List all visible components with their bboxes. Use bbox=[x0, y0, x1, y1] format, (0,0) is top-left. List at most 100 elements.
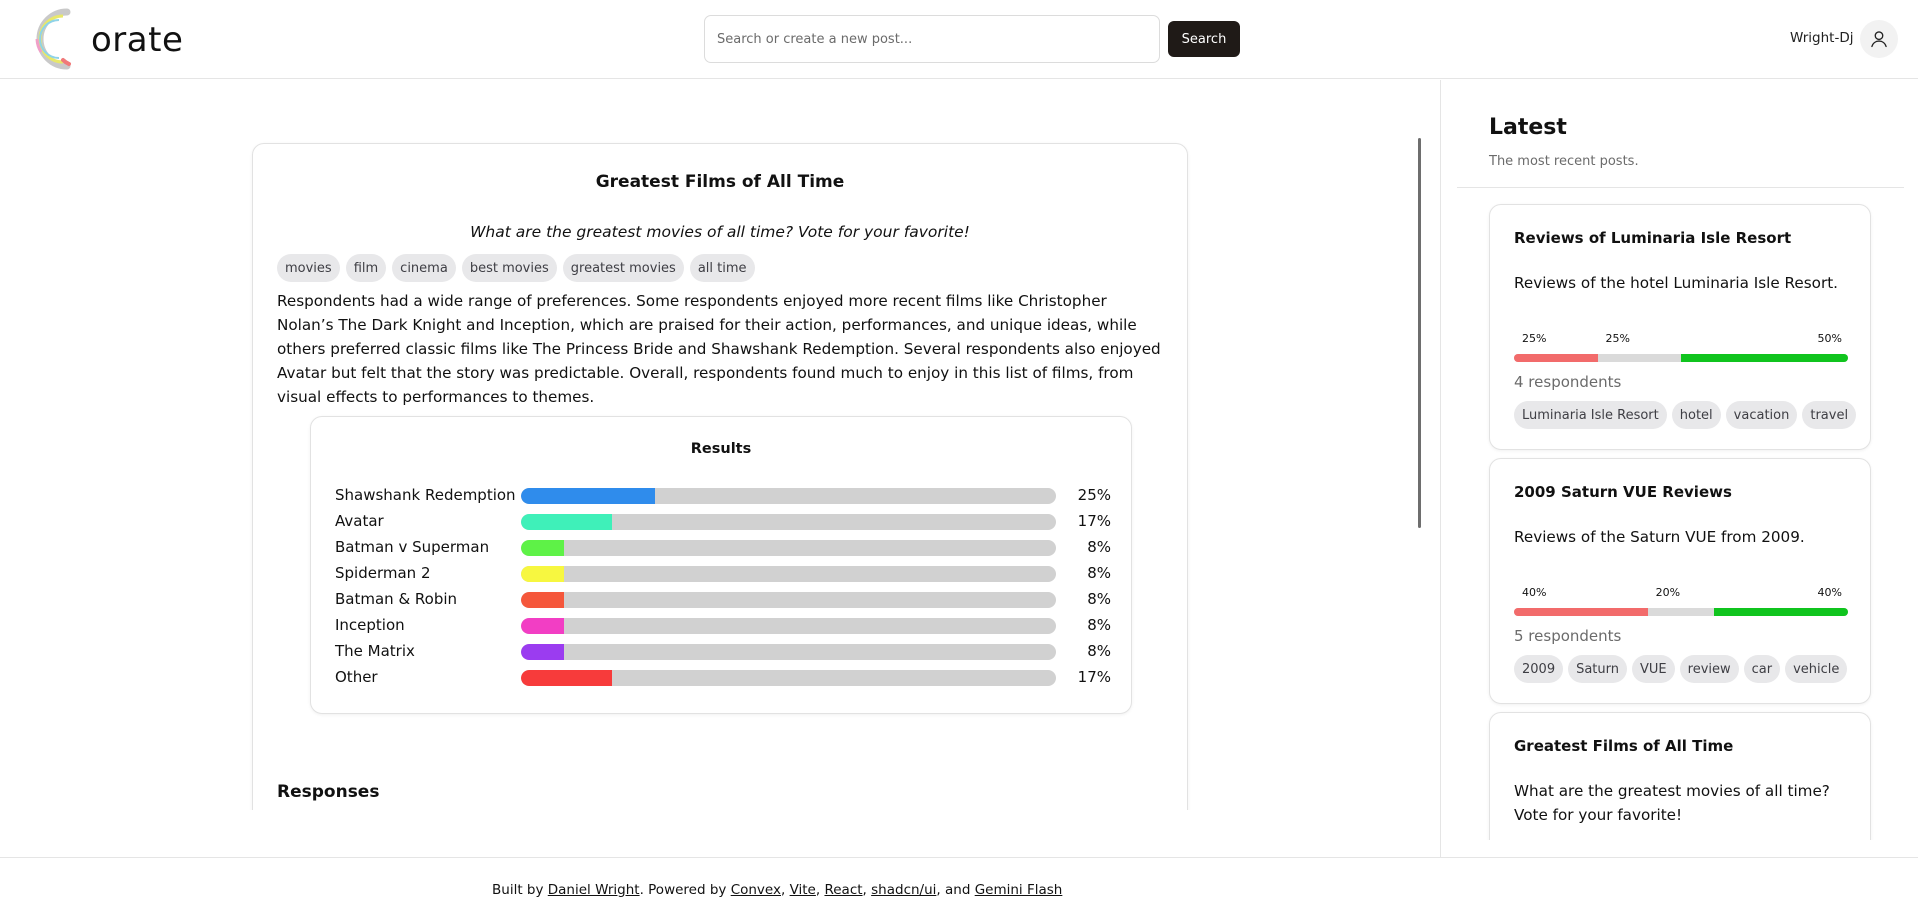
tag-chip[interactable]: film bbox=[345, 254, 387, 282]
distribution-segment bbox=[1514, 354, 1598, 362]
responses-heading: Responses bbox=[277, 782, 380, 802]
result-label: Shawshank Redemption bbox=[335, 486, 516, 504]
result-bar-track bbox=[521, 540, 1056, 556]
result-label: Batman v Superman bbox=[335, 538, 490, 556]
post-question: What are the greatest movies of all time… bbox=[470, 223, 970, 241]
tag-chip[interactable]: all time bbox=[689, 254, 755, 282]
result-bar-fill bbox=[521, 618, 564, 634]
sidebar-divider bbox=[1440, 80, 1441, 857]
tag-chip[interactable]: movies bbox=[277, 254, 340, 282]
post-title: Greatest Films of All Time bbox=[595, 172, 845, 192]
post-summary: Respondents had a wide range of preferen… bbox=[277, 292, 1161, 406]
latest-post-description: What are the greatest movies of all time… bbox=[1514, 782, 1830, 824]
result-percent: 8% bbox=[1087, 538, 1111, 556]
result-row: Batman v Superman 8% bbox=[335, 535, 1111, 561]
result-row: Batman & Robin 8% bbox=[335, 587, 1111, 613]
result-bar-track bbox=[521, 488, 1056, 504]
result-label: Inception bbox=[335, 616, 405, 634]
tag-chip[interactable]: VUE bbox=[1632, 655, 1675, 683]
tag-chip[interactable]: car bbox=[1743, 655, 1781, 683]
result-label: Batman & Robin bbox=[335, 590, 458, 608]
top-header: orate Search Wright-Dj bbox=[0, 0, 1918, 79]
react-link[interactable]: React bbox=[824, 882, 862, 898]
result-bar-track bbox=[521, 566, 1056, 582]
distribution-label: 40% bbox=[1817, 586, 1842, 599]
latest-post-card[interactable]: 2009 Saturn VUE Reviews Reviews of the S… bbox=[1489, 458, 1871, 704]
result-bar-fill bbox=[521, 540, 564, 556]
result-percent: 17% bbox=[1077, 668, 1111, 686]
result-row: Avatar 17% bbox=[335, 509, 1111, 535]
tag-chip[interactable]: Luminaria Isle Resort bbox=[1514, 401, 1667, 429]
tag-chip[interactable]: best movies bbox=[461, 254, 557, 282]
result-percent: 17% bbox=[1077, 512, 1111, 530]
tag-chip[interactable]: 2009 bbox=[1514, 655, 1564, 683]
post-tags: movies film cinema best movies greatest movi… bbox=[277, 254, 755, 282]
gemini-link[interactable]: Gemini Flash bbox=[975, 882, 1063, 898]
footer-powered-by: . Powered by bbox=[639, 882, 731, 898]
result-percent: 8% bbox=[1087, 590, 1111, 608]
result-row: Inception 8% bbox=[335, 613, 1111, 639]
latest-post-tags: Luminaria Isle Resort hotel vacation travel bbox=[1514, 401, 1857, 429]
result-row: Shawshank Redemption 25% bbox=[335, 483, 1111, 509]
distribution-bar bbox=[1514, 354, 1848, 362]
latest-post-description: Reviews of the Saturn VUE from 2009. bbox=[1514, 528, 1805, 546]
latest-post-card[interactable]: Reviews of Luminaria Isle Resort Reviews… bbox=[1489, 204, 1871, 450]
logo-icon bbox=[35, 8, 71, 70]
respondents-count: 5 respondents bbox=[1514, 627, 1622, 645]
results-card: Results Shawshank Redemption 25% Avatar 17%… bbox=[310, 416, 1132, 714]
footer-built-by: Built by bbox=[492, 882, 548, 898]
distribution-segment bbox=[1681, 354, 1848, 362]
distribution-segment bbox=[1714, 608, 1848, 616]
search-button[interactable]: Search bbox=[1168, 21, 1240, 57]
latest-post-title: 2009 Saturn VUE Reviews bbox=[1514, 483, 1732, 501]
result-row: Spiderman 2 8% bbox=[335, 561, 1111, 587]
footer-and: , and bbox=[936, 882, 975, 898]
convex-link[interactable]: Convex bbox=[731, 882, 781, 898]
latest-post-description: Reviews of the hotel Luminaria Isle Reso… bbox=[1514, 274, 1839, 292]
latest-post-title: Reviews of Luminaria Isle Resort bbox=[1514, 229, 1792, 247]
vite-link[interactable]: Vite bbox=[790, 882, 816, 898]
result-bar-track bbox=[521, 644, 1056, 660]
result-percent: 8% bbox=[1087, 642, 1111, 660]
search-input[interactable] bbox=[705, 16, 1159, 62]
latest-post-card[interactable]: Greatest Films of All Time What are the … bbox=[1489, 712, 1871, 840]
distribution-label: 50% bbox=[1817, 332, 1842, 345]
tag-chip[interactable]: review bbox=[1679, 655, 1739, 683]
footer-credits: Built by Daniel Wright. Powered by Conve… bbox=[492, 882, 1063, 898]
author-link[interactable]: Daniel Wright bbox=[548, 882, 640, 898]
sidebar-title: Latest bbox=[1489, 115, 1567, 140]
distribution-labels: 25% 25% 50% bbox=[1514, 332, 1848, 346]
result-label: Avatar bbox=[335, 512, 384, 530]
result-bar-fill bbox=[521, 670, 612, 686]
result-percent: 8% bbox=[1087, 564, 1111, 582]
user-avatar-button[interactable] bbox=[1860, 20, 1898, 58]
tag-chip[interactable]: cinema bbox=[392, 254, 456, 282]
shadcn-link[interactable]: shadcn/ui bbox=[871, 882, 936, 898]
tag-chip[interactable]: travel bbox=[1802, 401, 1857, 429]
distribution-segment bbox=[1514, 608, 1648, 616]
tag-chip[interactable]: vehicle bbox=[1785, 655, 1848, 683]
sidebar-subtitle: The most recent posts. bbox=[1489, 154, 1639, 169]
distribution-label: 25% bbox=[1522, 332, 1547, 345]
result-row: Other 17% bbox=[335, 665, 1111, 691]
result-bar-fill bbox=[521, 488, 655, 504]
tag-chip[interactable]: hotel bbox=[1671, 401, 1721, 429]
latest-posts-list[interactable]: Reviews of Luminaria Isle Resort Reviews… bbox=[1480, 195, 1918, 840]
distribution-label: 20% bbox=[1655, 586, 1681, 599]
username: Wright-Dj bbox=[1790, 30, 1854, 46]
distribution-label: 40% bbox=[1522, 586, 1547, 599]
distribution-segment bbox=[1647, 608, 1715, 616]
result-bar-fill bbox=[521, 644, 564, 660]
distribution-bar bbox=[1514, 608, 1848, 616]
user-icon bbox=[1871, 31, 1887, 48]
result-bar-track bbox=[521, 592, 1056, 608]
corate-logo[interactable]: orate bbox=[33, 8, 183, 70]
main-scrollbar[interactable] bbox=[1418, 138, 1421, 528]
result-percent: 25% bbox=[1077, 486, 1111, 504]
tag-chip[interactable]: vacation bbox=[1725, 401, 1798, 429]
post-card: Greatest Films of All Time What are the … bbox=[252, 143, 1188, 857]
logo-text: orate bbox=[91, 20, 184, 60]
distribution-segment bbox=[1597, 354, 1681, 362]
tag-chip[interactable]: greatest movies bbox=[562, 254, 684, 282]
tag-chip[interactable]: Saturn bbox=[1568, 655, 1628, 683]
